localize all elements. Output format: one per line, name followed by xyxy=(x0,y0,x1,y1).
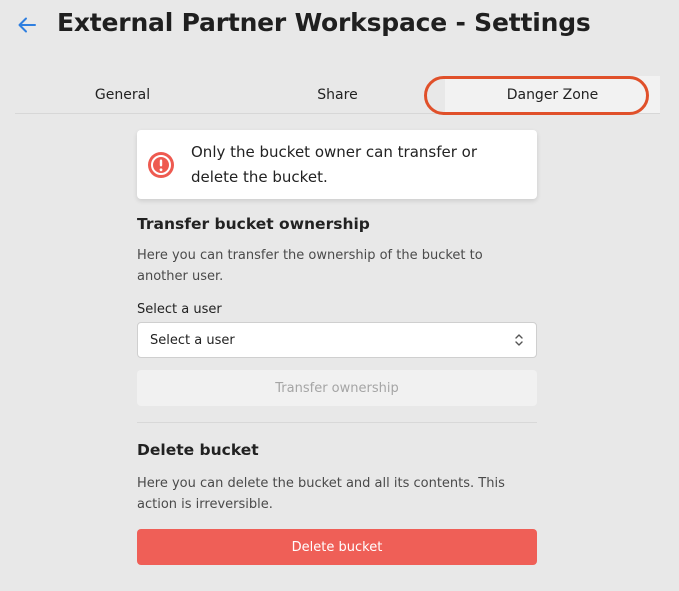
owner-alert: Only the bucket owner can transfer or de… xyxy=(137,130,537,199)
tab-danger-zone[interactable]: Danger Zone xyxy=(445,76,660,113)
tab-share[interactable]: Share xyxy=(230,76,445,113)
section-divider xyxy=(137,422,537,423)
transfer-ownership-button[interactable]: Transfer ownership xyxy=(137,370,537,406)
tab-label: Share xyxy=(317,86,358,103)
alert-text: Only the bucket owner can transfer or de… xyxy=(191,142,477,186)
danger-zone-content: Only the bucket owner can transfer or de… xyxy=(137,130,537,565)
arrow-left-icon xyxy=(18,17,36,33)
settings-page: External Partner Workspace - Settings Ge… xyxy=(0,0,679,591)
select-user-value: Select a user xyxy=(150,332,235,348)
page-header: External Partner Workspace - Settings xyxy=(0,0,679,56)
delete-section-description: Here you can delete the bucket and all i… xyxy=(137,476,505,512)
transfer-section-title: Transfer bucket ownership xyxy=(137,215,370,233)
tab-general[interactable]: General xyxy=(15,76,230,113)
settings-tabs: General Share Danger Zone xyxy=(15,76,660,114)
select-user-dropdown[interactable]: Select a user xyxy=(137,322,537,358)
delete-bucket-button[interactable]: Delete bucket xyxy=(137,529,537,565)
exclamation-circle-icon xyxy=(148,151,174,178)
page-title: External Partner Workspace - Settings xyxy=(57,8,591,37)
tab-label: General xyxy=(94,86,151,103)
transfer-section-description: Here you can transfer the ownership of t… xyxy=(137,248,483,284)
chevron-up-down-icon xyxy=(515,334,523,346)
delete-section-title: Delete bucket xyxy=(137,441,259,459)
tab-label: Danger Zone xyxy=(506,86,599,103)
select-user-label: Select a user xyxy=(137,302,222,317)
back-button[interactable] xyxy=(14,12,40,38)
